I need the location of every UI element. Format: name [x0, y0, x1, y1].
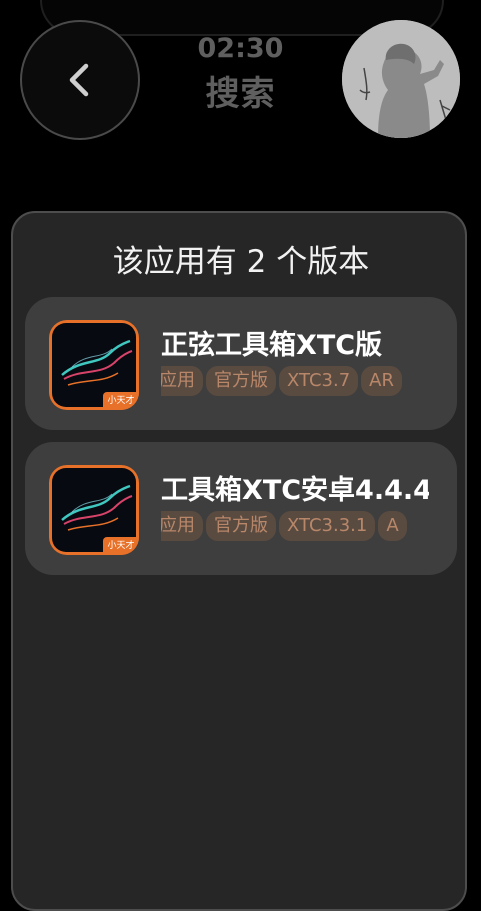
tag-extra: AR [361, 366, 402, 396]
app-icon: 小天才 [49, 465, 139, 555]
tag-version: XTC3.3.1 [279, 511, 376, 541]
tag-extra: A [378, 511, 407, 541]
icon-badge: 小天才 [103, 537, 139, 555]
tag-type: 应用 [161, 366, 203, 396]
tag-list: 应用 官方版 XTC3.3.1 A [161, 511, 429, 541]
app-name: 工具箱XTC安卓4.4.4 [161, 475, 429, 502]
avatar[interactable] [342, 20, 460, 138]
versions-panel: 该应用有 2 个版本 小天才 正弦工具箱XTC版 应用 官方版 XTC3.7 AR [11, 211, 467, 911]
app-icon: 小天才 [49, 320, 139, 410]
tag-list: 应用 官方版 XTC3.7 AR [161, 366, 429, 396]
tag-source: 官方版 [206, 366, 276, 396]
tag-version: XTC3.7 [279, 366, 359, 396]
versions-count-title: 该应用有 2 个版本 [112, 244, 370, 280]
app-name: 正弦工具箱XTC版 [161, 330, 383, 357]
tag-type: 应用 [161, 511, 203, 541]
icon-badge: 小天才 [103, 392, 139, 410]
tag-source: 官方版 [206, 511, 276, 541]
version-card[interactable]: 小天才 工具箱XTC安卓4.4.4 应用 官方版 XTC3.3.1 A [25, 442, 457, 575]
version-card[interactable]: 小天才 正弦工具箱XTC版 应用 官方版 XTC3.7 AR [25, 297, 457, 430]
